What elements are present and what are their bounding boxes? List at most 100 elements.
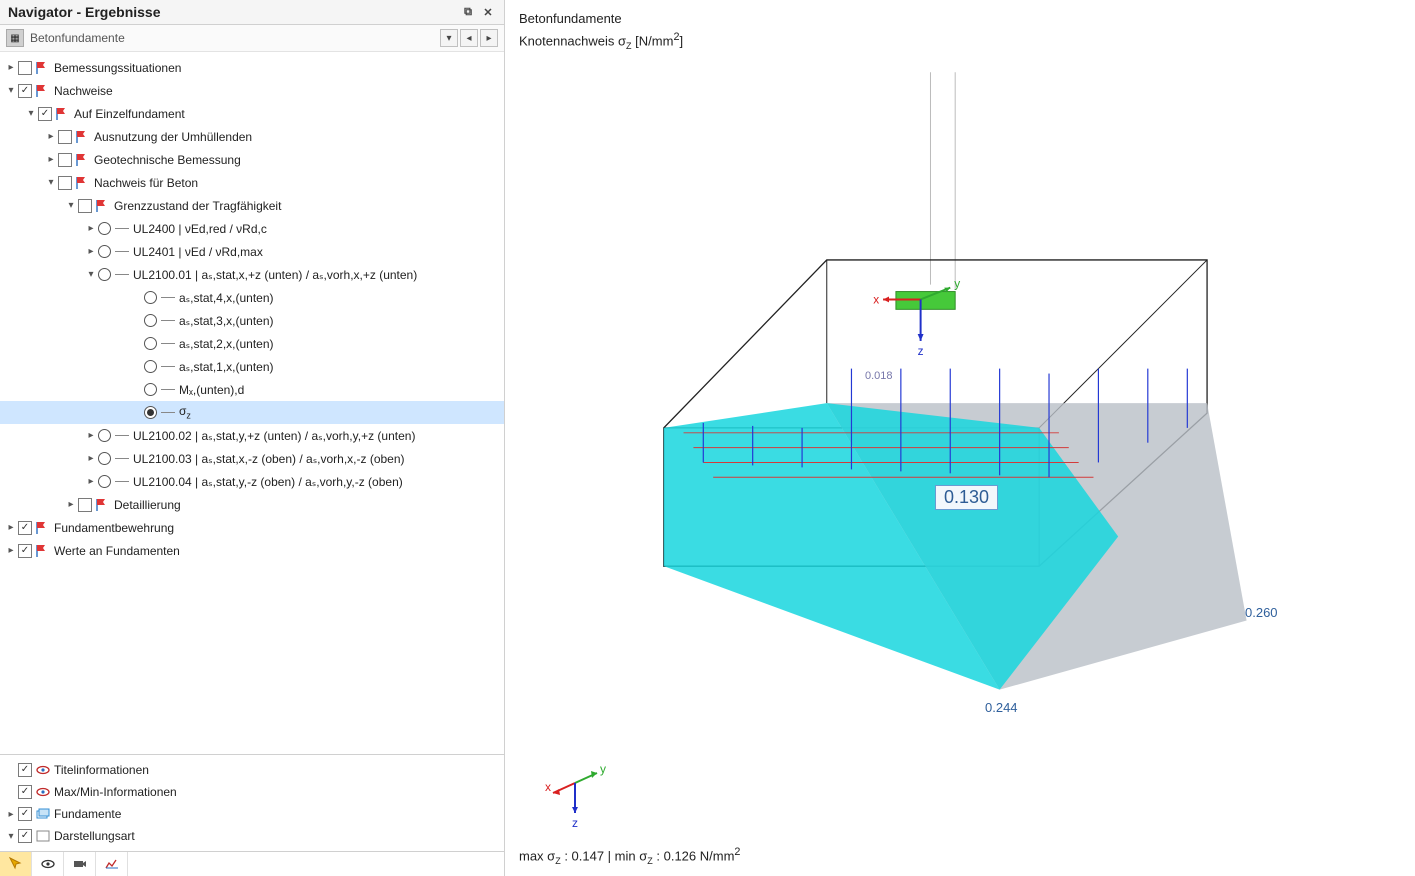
checkbox[interactable] — [78, 199, 92, 213]
tree-item-nachweise[interactable]: ▾ Nachweise — [0, 79, 504, 102]
expand-icon[interactable]: ▸ — [84, 246, 98, 257]
scene-3d[interactable]: x y z — [565, 60, 1375, 776]
radio[interactable] — [144, 383, 157, 396]
collapse-icon[interactable]: ▾ — [64, 200, 78, 211]
radio[interactable] — [98, 222, 111, 235]
tree-item-ul2400[interactable]: ▸ UL2400 | νEd,red / νRd,c — [0, 217, 504, 240]
tree-label: aₛ,stat,3,x,(unten) — [179, 314, 274, 328]
expand-icon[interactable]: ▸ — [84, 476, 98, 487]
tree-label: Auf Einzelfundament — [74, 107, 185, 121]
checkbox[interactable] — [58, 153, 72, 167]
dash-icon — [115, 228, 129, 229]
close-icon[interactable]: ✕ — [480, 4, 496, 20]
tree-item-mx[interactable]: Mₓ,(unten),d — [0, 378, 504, 401]
tree-item-ul2100-01[interactable]: ▾ UL2100.01 | aₛ,stat,x,+z (unten) / aₛ,… — [0, 263, 504, 286]
tree-scroll[interactable]: ▸ Bemessungssituationen ▾ Nachweise ▾ Au… — [0, 52, 504, 754]
checkbox[interactable] — [38, 107, 52, 121]
tree-item-ul2401[interactable]: ▸ UL2401 | νEd / νRd,max — [0, 240, 504, 263]
checkbox[interactable] — [18, 521, 32, 535]
tree-label: aₛ,stat,2,x,(unten) — [179, 337, 274, 351]
expand-icon[interactable]: ▸ — [84, 223, 98, 234]
checkbox[interactable] — [18, 61, 32, 75]
tree-item-a1[interactable]: aₛ,stat,1,x,(unten) — [0, 355, 504, 378]
prev-icon[interactable]: ◂ — [460, 29, 478, 47]
tree-item-sigma-z[interactable]: σz — [0, 401, 504, 424]
radio[interactable] — [98, 268, 111, 281]
radio[interactable] — [144, 337, 157, 350]
dash-icon — [161, 297, 175, 298]
checkbox[interactable] — [18, 807, 32, 821]
pin-icon[interactable]: ⧉ — [460, 4, 476, 20]
eye-icon — [34, 784, 52, 800]
expand-icon[interactable]: ▸ — [4, 545, 18, 556]
collapse-icon[interactable]: ▾ — [4, 85, 18, 96]
tree-item-detail[interactable]: ▸ Detaillierung — [0, 493, 504, 516]
tree-item-beton[interactable]: ▾ Nachweis für Beton — [0, 171, 504, 194]
toolbar-btn-cursor[interactable] — [0, 852, 32, 876]
viewport-3d[interactable]: Betonfundamente Knotennachweis σZ [N/mm2… — [505, 0, 1415, 876]
opt-fundamente[interactable]: ▸ Fundamente — [0, 803, 504, 825]
tree-item-geotechnisch[interactable]: ▸ Geotechnische Bemessung — [0, 148, 504, 171]
expand-icon[interactable]: ▸ — [4, 809, 18, 820]
tree-item-ul2100-04[interactable]: ▸ UL2100.04 | aₛ,stat,y,-z (oben) / aₛ,v… — [0, 470, 504, 493]
flag-icon — [74, 175, 92, 191]
checkbox[interactable] — [78, 498, 92, 512]
checkbox[interactable] — [58, 130, 72, 144]
toolbar-btn-eye[interactable] — [32, 852, 64, 876]
scene-svg: x y z — [565, 60, 1375, 776]
expand-icon[interactable]: ▸ — [84, 453, 98, 464]
expand-icon[interactable]: ▸ — [64, 499, 78, 510]
expand-icon[interactable]: ▸ — [44, 154, 58, 165]
tree-item-fundbewehrung[interactable]: ▸ Fundamentbewehrung — [0, 516, 504, 539]
expand-icon[interactable]: ▸ — [44, 131, 58, 142]
opt-titelinfo[interactable]: ▸ Titelinformationen — [0, 759, 504, 781]
toolbar-btn-camera[interactable] — [64, 852, 96, 876]
tree-item-werte[interactable]: ▸ Werte an Fundamenten — [0, 539, 504, 562]
expand-icon[interactable]: ▸ — [4, 62, 18, 73]
tree-item-a4[interactable]: aₛ,stat,4,x,(unten) — [0, 286, 504, 309]
collapse-icon[interactable]: ▾ — [4, 831, 18, 842]
opt-darstellung[interactable]: ▾ Darstellungsart — [0, 825, 504, 847]
checkbox[interactable] — [18, 763, 32, 777]
tree-item-a2[interactable]: aₛ,stat,2,x,(unten) — [0, 332, 504, 355]
radio[interactable] — [144, 314, 157, 327]
radio[interactable] — [144, 360, 157, 373]
expand-icon[interactable]: ▸ — [4, 522, 18, 533]
radio[interactable] — [98, 429, 111, 442]
tree-item-ul2100-03[interactable]: ▸ UL2100.03 | aₛ,stat,x,-z (oben) / aₛ,v… — [0, 447, 504, 470]
tree-label: Fundamentbewehrung — [54, 521, 174, 535]
radio[interactable] — [144, 406, 157, 419]
tree-label: aₛ,stat,1,x,(unten) — [179, 360, 274, 374]
tree-item-grenzzustand[interactable]: ▾ Grenzzustand der Tragfähigkeit — [0, 194, 504, 217]
tree-item-ausnutzung[interactable]: ▸ Ausnutzung der Umhüllenden — [0, 125, 504, 148]
tree-item-a3[interactable]: aₛ,stat,3,x,(unten) — [0, 309, 504, 332]
tree-label: Werte an Fundamenten — [54, 544, 180, 558]
radio[interactable] — [98, 475, 111, 488]
radio[interactable] — [144, 291, 157, 304]
collapse-icon[interactable]: ▾ — [84, 269, 98, 280]
collapse-icon[interactable]: ▾ — [24, 108, 38, 119]
checkbox[interactable] — [18, 829, 32, 843]
tree-item-bemessung[interactable]: ▸ Bemessungssituationen — [0, 56, 504, 79]
navigator-title-bar: Navigator - Ergebnisse ⧉ ✕ — [0, 0, 504, 25]
tree-label: Nachweise — [54, 84, 113, 98]
radio[interactable] — [98, 245, 111, 258]
toolbar-btn-graph[interactable] — [96, 852, 128, 876]
checkbox[interactable] — [18, 785, 32, 799]
checkbox[interactable] — [18, 544, 32, 558]
flag-icon — [74, 152, 92, 168]
checkbox[interactable] — [18, 84, 32, 98]
checkbox[interactable] — [58, 176, 72, 190]
tree-label: UL2100.01 | aₛ,stat,x,+z (unten) / aₛ,vo… — [133, 268, 417, 282]
collapse-icon[interactable]: ▾ — [44, 177, 58, 188]
dash-icon — [115, 481, 129, 482]
dash-icon — [115, 435, 129, 436]
flag-icon — [54, 106, 72, 122]
opt-maxmin[interactable]: ▸ Max/Min-Informationen — [0, 781, 504, 803]
next-icon[interactable]: ▸ — [480, 29, 498, 47]
breadcrumb-dropdown-icon[interactable]: ▾ — [440, 29, 458, 47]
tree-item-einzelfundament[interactable]: ▾ Auf Einzelfundament — [0, 102, 504, 125]
tree-item-ul2100-02[interactable]: ▸ UL2100.02 | aₛ,stat,y,+z (unten) / aₛ,… — [0, 424, 504, 447]
radio[interactable] — [98, 452, 111, 465]
expand-icon[interactable]: ▸ — [84, 430, 98, 441]
